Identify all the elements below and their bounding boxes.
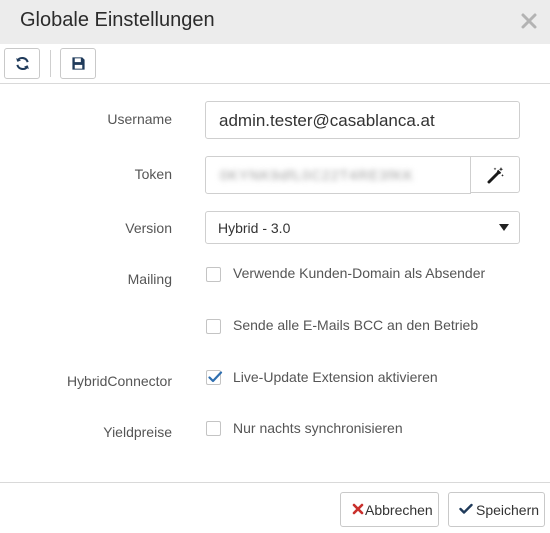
- toolbar: [0, 44, 550, 84]
- chevron-down-icon: [499, 224, 509, 231]
- cancel-button[interactable]: Abbrechen: [340, 492, 439, 527]
- yieldpreise-label: Yieldpreise: [103, 424, 172, 440]
- hybrid-connector-label: HybridConnector: [66, 373, 172, 389]
- close-icon: [352, 503, 364, 515]
- toolbar-separator: [50, 50, 51, 77]
- mailing-domain-label: Verwende Kunden-Domain als Absender: [233, 265, 486, 281]
- check-icon: [459, 503, 473, 514]
- version-label: Version: [125, 220, 172, 236]
- token-value: 0KYNK9dfL0C22T4RE3fKK: [220, 167, 414, 183]
- username-label: Username: [107, 111, 172, 127]
- mailing-label: Mailing: [127, 271, 172, 287]
- dialog-titlebar: Globale Einstellungen: [0, 0, 550, 44]
- check-icon: [208, 371, 223, 383]
- save-button[interactable]: Speichern: [448, 492, 545, 527]
- dialog-title: Globale Einstellungen: [20, 9, 215, 31]
- mailing-bcc-label: Sende alle E-Mails BCC an den Betrieb: [233, 317, 479, 333]
- nightly-sync-checkbox[interactable]: [206, 421, 221, 436]
- save-button-label: Speichern: [476, 502, 540, 518]
- floppy-disk-icon: [72, 57, 85, 70]
- nightly-sync-label: Nur nachts synchronisieren: [233, 420, 403, 436]
- dialog-footer: Abbrechen Speichern: [0, 482, 550, 533]
- token-label: Token: [134, 166, 172, 182]
- version-selected: Hybrid - 3.0: [218, 220, 291, 236]
- close-icon[interactable]: [514, 6, 544, 36]
- version-select[interactable]: Hybrid - 3.0: [205, 211, 520, 244]
- save-toolbar-button[interactable]: [60, 48, 96, 79]
- live-update-checkbox[interactable]: [206, 370, 223, 385]
- mailing-bcc-checkbox[interactable]: [206, 319, 221, 334]
- refresh-icon: [16, 56, 29, 71]
- generate-token-button[interactable]: [470, 156, 520, 193]
- refresh-button[interactable]: [4, 48, 40, 79]
- username-value: admin.tester@casablanca.at: [219, 111, 435, 130]
- mailing-domain-checkbox[interactable]: [206, 267, 221, 282]
- username-input[interactable]: admin.tester@casablanca.at: [205, 101, 520, 139]
- live-update-label: Live-Update Extension aktivieren: [233, 369, 438, 385]
- magic-wand-icon: [487, 167, 504, 184]
- cancel-button-label: Abbrechen: [365, 502, 433, 518]
- token-input[interactable]: 0KYNK9dfL0C22T4RE3fKK: [205, 156, 471, 194]
